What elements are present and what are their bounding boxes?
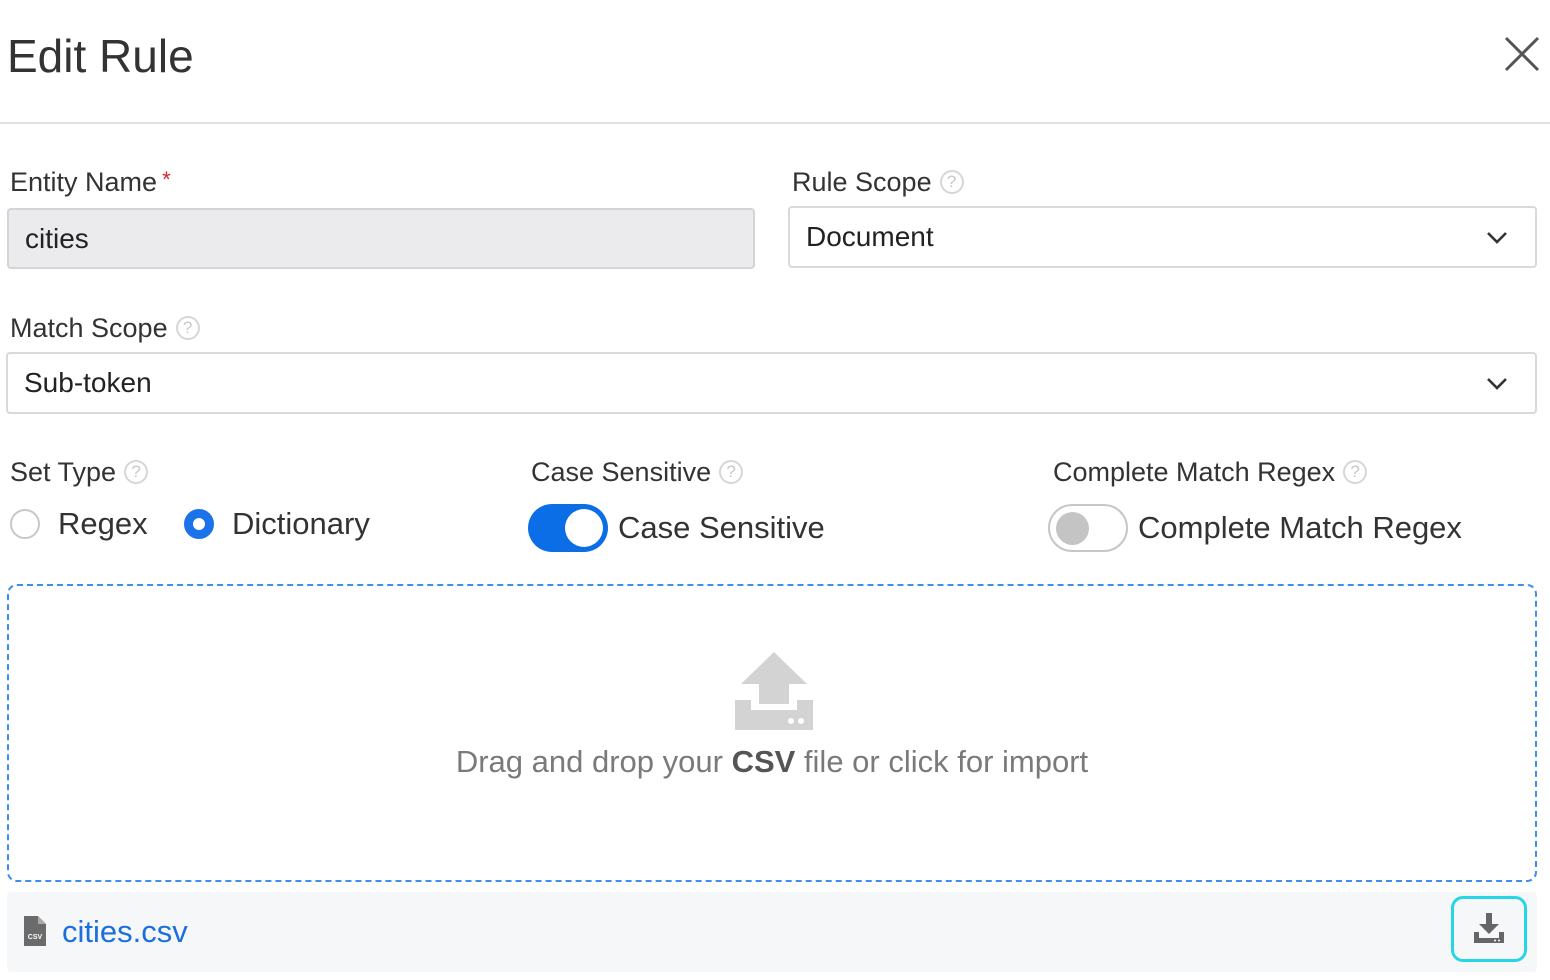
header-divider [0,122,1550,124]
help-icon[interactable]: ? [1343,460,1368,484]
case-sensitive-toggle-row: Case Sensitive [528,504,825,552]
dropzone-text-before: Drag and drop your [455,744,732,779]
case-sensitive-label: Case Sensitive ? [531,455,744,489]
case-sensitive-toggle[interactable] [528,504,608,552]
rule-scope-label-text: Rule Scope [792,167,932,197]
complete-match-regex-toggle-row: Complete Match Regex [1048,504,1462,552]
radio-dictionary-label: Dictionary [232,506,370,541]
download-icon [1474,913,1504,943]
download-button[interactable] [1451,896,1527,962]
chevron-down-icon [1487,378,1507,390]
dialog-title: Edit Rule [7,30,194,82]
required-mark: * [162,167,171,192]
file-bar: CSV cities.csv [7,892,1537,972]
case-sensitive-label-text: Case Sensitive [531,457,712,487]
rule-scope-value: Document [806,221,934,252]
radio-dictionary[interactable]: Dictionary [184,506,370,542]
set-type-label-text: Set Type [10,457,117,487]
file-name-link[interactable]: cities.csv [62,914,188,950]
radio-regex[interactable]: Regex [10,506,148,542]
help-icon[interactable]: ? [124,460,149,484]
svg-text:CSV: CSV [28,934,43,941]
match-scope-select[interactable]: Sub-token [6,352,1537,414]
close-icon[interactable] [1500,32,1544,76]
radio-circle[interactable] [10,509,40,539]
upload-icon [735,652,813,730]
complete-match-regex-label-text: Complete Match Regex [1053,457,1336,487]
entity-name-input[interactable]: cities [7,208,755,269]
help-icon[interactable]: ? [939,170,964,194]
rule-scope-label: Rule Scope ? [792,165,964,199]
rule-scope-select[interactable]: Document [788,206,1537,268]
dropzone-text-bold: CSV [731,744,796,779]
match-scope-label-text: Match Scope [10,313,168,343]
case-sensitive-toggle-label: Case Sensitive [618,510,825,545]
match-scope-value: Sub-token [24,367,152,398]
dropzone-text-after: file or click for import [795,744,1089,779]
help-icon[interactable]: ? [719,460,744,484]
complete-match-regex-toggle-label: Complete Match Regex [1138,510,1462,545]
complete-match-regex-toggle[interactable] [1048,504,1128,552]
help-icon[interactable]: ? [175,316,200,340]
entity-name-label: Entity Name * [10,165,171,199]
toggle-knob [565,509,603,547]
entity-name-label-text: Entity Name [10,167,158,197]
dropzone-text: Drag and drop your CSV file or click for… [9,744,1535,780]
chevron-down-icon [1487,232,1507,244]
csv-dropzone[interactable]: Drag and drop your CSV file or click for… [7,584,1537,882]
csv-file-icon: CSV [24,916,46,946]
match-scope-label: Match Scope ? [10,311,200,345]
set-type-label: Set Type ? [10,455,149,489]
complete-match-regex-label: Complete Match Regex ? [1053,455,1368,489]
toggle-knob [1056,512,1089,545]
radio-regex-label: Regex [58,506,148,541]
entity-name-value: cities [25,222,89,254]
radio-circle-selected[interactable] [184,509,214,539]
